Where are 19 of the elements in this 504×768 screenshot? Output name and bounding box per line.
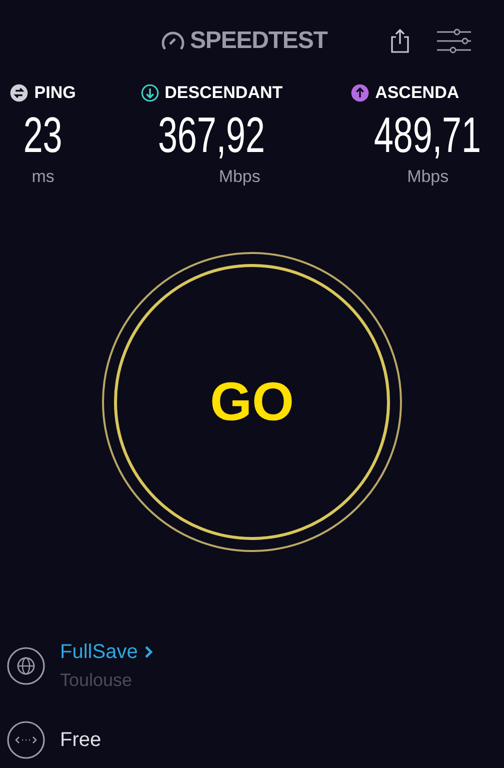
share-icon[interactable]: [389, 28, 412, 54]
app-logo: SPEEDTEST: [190, 26, 328, 56]
metric-unit: Mbps: [407, 166, 449, 188]
metric-unit: ms: [32, 166, 54, 188]
metric-unit: Mbps: [218, 166, 260, 188]
settings-icon[interactable]: [437, 28, 472, 54]
server-link[interactable]: FullSave: [60, 637, 154, 667]
metric-label: DESCENDANT: [164, 82, 283, 104]
metric-value: 367,92: [158, 106, 266, 164]
connection-icon: [6, 720, 46, 760]
metric-label: ASCENDA: [375, 82, 460, 104]
server-location: Toulouse: [60, 669, 134, 692]
metric-label: PING: [34, 82, 76, 104]
metric-value: 489,71: [374, 106, 482, 164]
globe-icon: [6, 646, 46, 686]
metric-value: 23: [24, 106, 63, 164]
isp-name: Free: [60, 728, 102, 753]
go-button[interactable]: GO: [102, 252, 402, 552]
chevron-icon: [144, 645, 154, 659]
